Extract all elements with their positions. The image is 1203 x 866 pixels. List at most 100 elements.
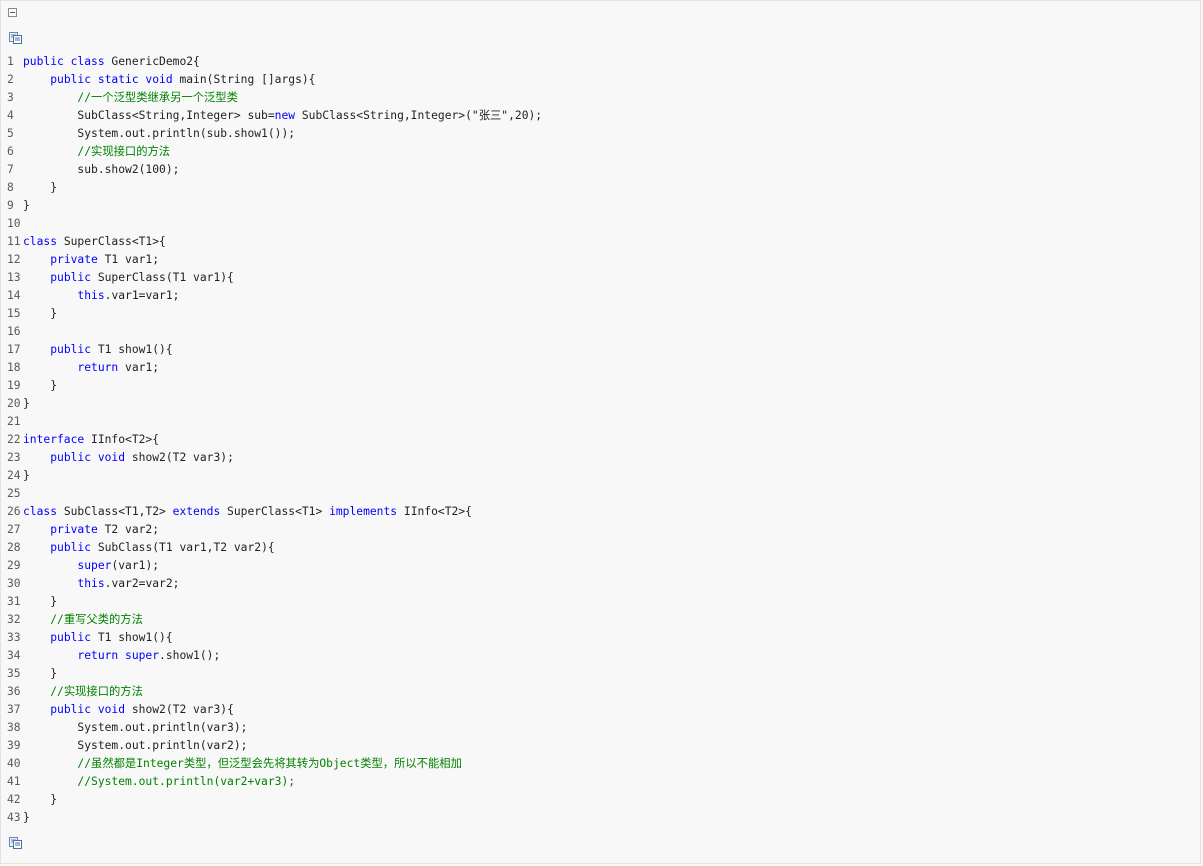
line-number: 14 bbox=[7, 289, 21, 302]
line-number: 31 bbox=[7, 595, 21, 608]
keyword-token: public void bbox=[50, 451, 126, 464]
code-token: } bbox=[23, 379, 58, 392]
line-source: } bbox=[21, 377, 57, 395]
code-token: .var2=var2; bbox=[104, 577, 180, 590]
code-token: System.out.println(var2); bbox=[23, 739, 248, 752]
line-number: 20 bbox=[7, 397, 21, 410]
line-source: } bbox=[21, 467, 30, 485]
code-token: show2(T2 var3){ bbox=[125, 703, 234, 716]
code-token: } bbox=[23, 307, 58, 320]
line-source: public void show2(T2 var3); bbox=[21, 449, 234, 467]
keyword-token: return bbox=[77, 361, 119, 374]
code-token: T1 show1(){ bbox=[91, 631, 173, 644]
line-source: SubClass<String,Integer> sub=new SubClas… bbox=[21, 107, 542, 125]
code-line: 18 return var1; bbox=[1, 359, 542, 377]
line-number: 19 bbox=[7, 379, 21, 392]
code-line: 9} bbox=[1, 197, 542, 215]
code-line: 7 sub.show2(100); bbox=[1, 161, 542, 179]
line-number: 6 bbox=[7, 145, 14, 158]
line-number: 22 bbox=[7, 433, 21, 446]
line-source: class SuperClass<T1>{ bbox=[21, 233, 166, 251]
code-line: 31 } bbox=[1, 593, 542, 611]
keyword-token: class bbox=[23, 505, 58, 518]
keyword-token: public void bbox=[50, 703, 126, 716]
code-token: SubClass<T1,T2> bbox=[57, 505, 173, 518]
code-token: .var1=var1; bbox=[104, 289, 180, 302]
line-number: 39 bbox=[7, 739, 21, 752]
code-line: 35 } bbox=[1, 665, 542, 683]
code-line: 28 public SubClass(T1 var1,T2 var2){ bbox=[1, 539, 542, 557]
line-number: 33 bbox=[7, 631, 21, 644]
line-source: public static void main(String []args){ bbox=[21, 71, 315, 89]
code-line: 19 } bbox=[1, 377, 542, 395]
code-line: 11 class SuperClass<T1>{ bbox=[1, 233, 542, 251]
code-line: 1 public class GenericDemo2{ bbox=[1, 53, 542, 71]
code-block: 1 public class GenericDemo2{2 public stat… bbox=[0, 0, 1201, 864]
code-line: 5 System.out.println(sub.show1()); bbox=[1, 125, 542, 143]
line-source: System.out.println(sub.show1()); bbox=[21, 125, 295, 143]
code-line: 20} bbox=[1, 395, 542, 413]
line-number: 37 bbox=[7, 703, 21, 716]
keyword-token: public static void bbox=[50, 73, 173, 86]
code-listing: 1 public class GenericDemo2{2 public stat… bbox=[1, 53, 542, 827]
code-token: SuperClass<T1> bbox=[220, 505, 330, 518]
keyword-token: interface bbox=[23, 433, 85, 446]
comment-token: //System.out.println(var2+var3); bbox=[77, 775, 296, 788]
line-source: } bbox=[21, 395, 30, 413]
code-token: main(String []args){ bbox=[172, 73, 316, 86]
line-source: //一个泛型类继承另一个泛型类 bbox=[21, 89, 237, 107]
code-token: T1 show1(){ bbox=[91, 343, 173, 356]
line-number: 16 bbox=[7, 325, 21, 338]
line-source: sub.show2(100); bbox=[21, 161, 179, 179]
line-number: 13 bbox=[7, 271, 21, 284]
keyword-token: class bbox=[23, 235, 58, 248]
code-token: (var1); bbox=[111, 559, 160, 572]
code-token: SubClass<String,Integer>("张三",20); bbox=[295, 109, 543, 122]
line-source: } bbox=[21, 197, 30, 215]
code-line: 25 bbox=[1, 485, 542, 503]
keyword-token: extends bbox=[172, 505, 221, 518]
code-token: T1 var1; bbox=[97, 253, 160, 266]
comment-token: //虽然都是Integer类型，但泛型会先将其转为Object类型，所以不能相加 bbox=[77, 757, 462, 770]
copy-code-icon[interactable] bbox=[9, 836, 23, 849]
code-token: } bbox=[23, 667, 58, 680]
line-number: 28 bbox=[7, 541, 21, 554]
line-source: } bbox=[21, 179, 57, 197]
line-source: public class GenericDemo2{ bbox=[21, 53, 200, 71]
keyword-token: this bbox=[77, 289, 105, 302]
code-token: } bbox=[23, 469, 30, 482]
keyword-token: public class bbox=[23, 55, 105, 68]
keyword-token: implements bbox=[329, 505, 398, 518]
line-source: private T1 var1; bbox=[21, 251, 159, 269]
code-token: IInfo<T2>{ bbox=[397, 505, 472, 518]
collapse-icon[interactable] bbox=[8, 8, 17, 17]
line-number: 30 bbox=[7, 577, 21, 590]
line-number: 24 bbox=[7, 469, 21, 482]
line-number: 38 bbox=[7, 721, 21, 734]
code-token: var1; bbox=[118, 361, 160, 374]
code-token: System.out.println(var3); bbox=[23, 721, 248, 734]
line-number: 25 bbox=[7, 487, 21, 500]
keyword-token: public bbox=[50, 343, 92, 356]
line-source: //实现接口的方法 bbox=[21, 143, 170, 161]
line-number: 12 bbox=[7, 253, 21, 266]
line-source: class SubClass<T1,T2> extends SuperClass… bbox=[21, 503, 472, 521]
code-line: 14 this.var1=var1; bbox=[1, 287, 542, 305]
copy-code-icon[interactable] bbox=[9, 31, 23, 44]
code-token: } bbox=[23, 181, 58, 194]
line-source: return var1; bbox=[21, 359, 159, 377]
code-line: 36 //实现接口的方法 bbox=[1, 683, 542, 701]
line-source: //实现接口的方法 bbox=[21, 683, 143, 701]
code-line: 32 //重写父类的方法 bbox=[1, 611, 542, 629]
code-line: 24} bbox=[1, 467, 542, 485]
